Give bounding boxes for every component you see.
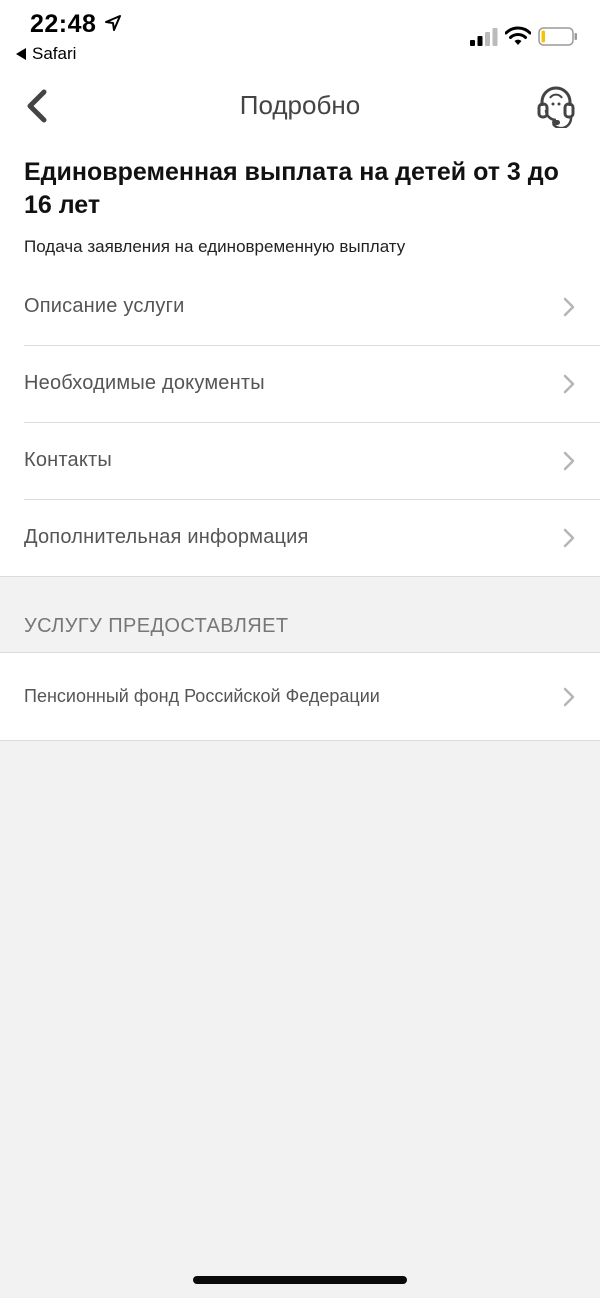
chevron-right-icon	[563, 297, 575, 316]
provider-item[interactable]: Пенсионный фонд Российской Федерации	[0, 653, 600, 741]
location-arrow-icon	[105, 15, 121, 31]
menu-item-label: Описание услуги	[24, 295, 185, 317]
navigation-bar: Подробно	[0, 72, 600, 150]
menu-item-contacts[interactable]: Контакты	[0, 422, 600, 499]
menu-item-label: Необходимые документы	[24, 372, 265, 394]
chevron-right-icon	[563, 687, 575, 706]
provider-label: Пенсионный фонд Российской Федерации	[24, 686, 380, 706]
wifi-icon	[505, 26, 531, 45]
back-app-label: Safari	[32, 44, 77, 63]
menu-item-documents[interactable]: Необходимые документы	[0, 345, 600, 422]
menu-item-label: Контакты	[24, 449, 112, 471]
page-title: Подробно	[239, 90, 361, 120]
service-menu: Описание услуги Необходимые документы Ко…	[0, 268, 600, 576]
battery-icon	[538, 27, 577, 46]
back-to-app-link[interactable]: Safari	[16, 44, 76, 64]
top-panel: 22:48 Safari Подробно Единовременная вып…	[0, 0, 600, 576]
headset-icon[interactable]	[536, 84, 576, 128]
chevron-right-icon	[563, 451, 575, 470]
provider-section-header: УСЛУГУ ПРЕДОСТАВЛЯЕТ	[0, 576, 600, 653]
chevron-right-icon	[563, 528, 575, 547]
home-indicator[interactable]	[193, 1276, 407, 1284]
menu-item-description[interactable]: Описание услуги	[0, 268, 600, 345]
status-time: 22:48	[30, 10, 97, 38]
screen: 22:48 Safari Подробно Единовременная вып…	[0, 0, 600, 1298]
service-title: Единовременная выплата на детей от 3 до …	[24, 158, 559, 219]
service-subtitle: Подача заявления на единовременную выпла…	[24, 237, 406, 256]
menu-item-additional-info[interactable]: Дополнительная информация	[0, 499, 600, 576]
chevron-right-icon	[563, 374, 575, 393]
status-bar: 22:48 Safari	[0, 0, 600, 72]
signal-icon	[470, 28, 498, 46]
menu-item-label: Дополнительная информация	[24, 526, 309, 548]
back-triangle-icon	[16, 48, 26, 60]
